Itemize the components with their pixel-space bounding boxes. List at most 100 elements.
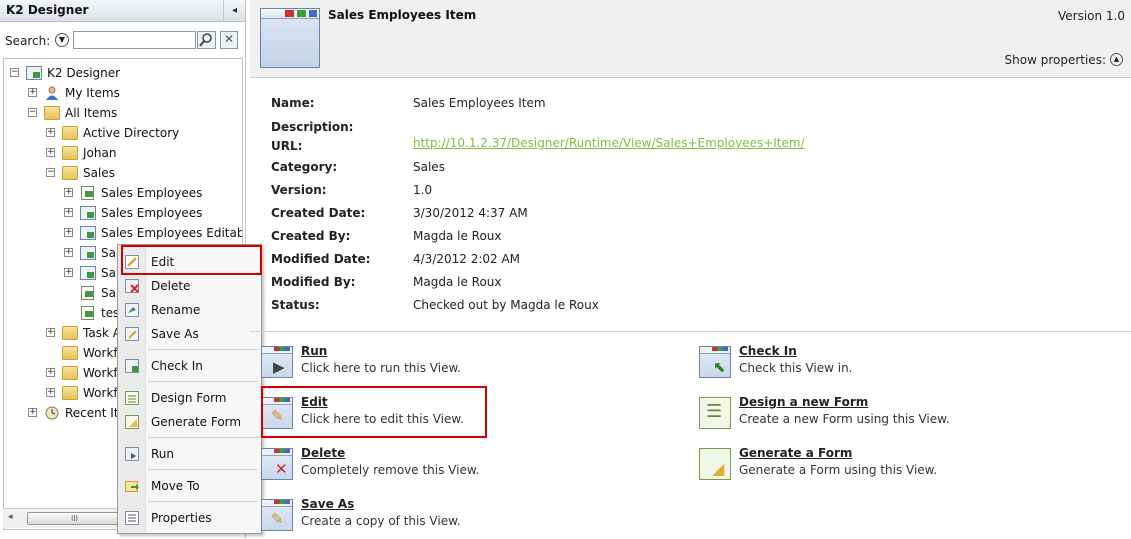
check-in-icon: ⬉ — [699, 346, 731, 378]
chevron-up-icon[interactable]: ▲ — [1110, 53, 1123, 66]
search-label: Search: — [5, 34, 51, 48]
generate-form-action[interactable]: ◢ Generate a Form Generate a Form using … — [699, 446, 959, 488]
search-options-icon[interactable]: ▼ — [55, 33, 69, 47]
details-pane: Sales Employees Item Version 1.0 Show pr… — [250, 0, 1131, 538]
expand-icon[interactable]: + — [46, 368, 55, 377]
name-value: Sales Employees Item — [413, 96, 546, 110]
expand-icon[interactable]: + — [46, 128, 55, 137]
scroll-left-icon[interactable]: ◂ — [8, 512, 13, 522]
modified-by-label: Modified By: — [271, 275, 356, 289]
save-as-icon — [125, 327, 139, 341]
menu-item-move-to[interactable]: Move To — [118, 475, 261, 497]
expand-icon[interactable]: + — [28, 408, 37, 417]
delete-icon — [125, 279, 139, 293]
view-icon — [80, 266, 96, 280]
save-as-action[interactable]: ✎ Save As Create a copy of this View. — [261, 497, 501, 539]
folder-open-icon — [44, 106, 60, 120]
smartobject-icon — [81, 186, 94, 200]
created-date-value: 3/30/2012 4:37 AM — [413, 206, 528, 220]
menu-item-save-as[interactable]: Save As — [118, 323, 261, 345]
show-properties-label[interactable]: Show properties: — [1005, 53, 1106, 67]
search-bar: Search: ▼ ✕ — [0, 28, 246, 52]
expand-icon[interactable]: + — [28, 88, 37, 97]
document-icon — [81, 306, 94, 320]
collapse-icon[interactable]: − — [46, 168, 55, 177]
edit-action-highlight — [261, 386, 487, 438]
menu-item-generate-form[interactable]: Generate Form — [118, 411, 261, 433]
expand-icon[interactable]: + — [46, 388, 55, 397]
context-menu: Edit Delete Rename Save As Check In Desi… — [117, 244, 262, 534]
check-in-action[interactable]: ⬉ Check In Check this View in. — [699, 344, 939, 386]
user-icon — [44, 86, 60, 100]
status-label: Status: — [271, 298, 320, 312]
rename-icon — [125, 303, 139, 317]
save-as-icon: ✎ — [261, 499, 293, 531]
folder-icon — [62, 386, 78, 400]
recent-icon — [44, 406, 60, 420]
menu-item-rename[interactable]: Rename — [118, 299, 261, 321]
folder-open-icon — [62, 166, 78, 180]
edit-menu-highlight — [121, 245, 262, 275]
modified-date-label: Modified Date: — [271, 252, 371, 266]
expand-icon[interactable]: + — [64, 208, 73, 217]
folder-icon — [62, 146, 78, 160]
url-label: URL: — [271, 139, 303, 153]
description-label: Description: — [271, 120, 354, 134]
view-icon — [80, 226, 96, 240]
folder-icon — [62, 326, 78, 340]
pane-header: K2 Designer ◂ — [0, 0, 245, 22]
view-icon — [80, 246, 96, 260]
name-label: Name: — [271, 96, 315, 110]
run-icon — [125, 447, 139, 461]
created-by-label: Created By: — [271, 229, 351, 243]
run-icon: ▶ — [261, 346, 293, 378]
page-title: Sales Employees Item — [328, 8, 477, 22]
k2-designer-icon — [26, 66, 42, 80]
design-form-action[interactable]: ☰ Design a new Form Create a new Form us… — [699, 395, 959, 437]
delete-action[interactable]: ✕ Delete Completely remove this View. — [261, 446, 501, 488]
scroll-thumb[interactable]: III — [27, 512, 122, 525]
move-to-icon — [125, 481, 139, 492]
design-form-icon: ☰ — [699, 397, 731, 429]
modified-date-value: 4/3/2012 2:02 AM — [413, 252, 521, 266]
expand-icon[interactable]: + — [64, 268, 73, 277]
created-date-label: Created Date: — [271, 206, 366, 220]
folder-icon — [62, 346, 78, 360]
search-icon — [199, 33, 212, 47]
properties-icon — [125, 511, 139, 525]
check-in-icon — [125, 359, 139, 373]
category-value: Sales — [413, 160, 445, 174]
view-icon — [80, 206, 96, 220]
search-button[interactable] — [197, 31, 216, 49]
menu-item-design-form[interactable]: Design Form — [118, 387, 261, 409]
collapse-icon[interactable]: − — [28, 108, 37, 117]
version-label: Version: — [271, 183, 327, 197]
design-form-icon — [125, 391, 139, 405]
menu-item-run[interactable]: Run — [118, 443, 261, 465]
category-label: Category: — [271, 160, 338, 174]
expand-icon[interactable]: + — [64, 228, 73, 237]
folder-icon — [62, 126, 78, 140]
expand-icon[interactable]: + — [64, 188, 73, 197]
generate-form-icon — [125, 415, 139, 429]
collapse-icon[interactable]: − — [10, 68, 19, 77]
expand-icon[interactable]: + — [64, 248, 73, 257]
version-label: Version 1.0 — [1057, 9, 1125, 23]
modified-by-value: Magda le Roux — [413, 275, 502, 289]
view-icon — [260, 8, 320, 68]
url-link[interactable]: http://10.1.2.37/Designer/Runtime/View/S… — [413, 136, 805, 150]
clear-search-button[interactable]: ✕ — [220, 31, 238, 49]
created-by-value: Magda le Roux — [413, 229, 502, 243]
expand-icon[interactable]: + — [46, 328, 55, 337]
pane-title: K2 Designer — [6, 3, 89, 17]
menu-item-properties[interactable]: Properties — [118, 507, 261, 529]
expand-icon[interactable]: + — [46, 148, 55, 157]
collapse-pane-button[interactable]: ◂ — [223, 0, 245, 22]
search-input[interactable] — [73, 31, 196, 49]
menu-item-check-in[interactable]: Check In — [118, 355, 261, 377]
generate-form-icon: ◢ — [699, 448, 731, 480]
run-action[interactable]: ▶ Run Click here to run this View. — [261, 344, 501, 386]
delete-icon: ✕ — [261, 448, 293, 480]
menu-item-delete[interactable]: Delete — [118, 275, 261, 297]
document-icon — [81, 286, 94, 300]
